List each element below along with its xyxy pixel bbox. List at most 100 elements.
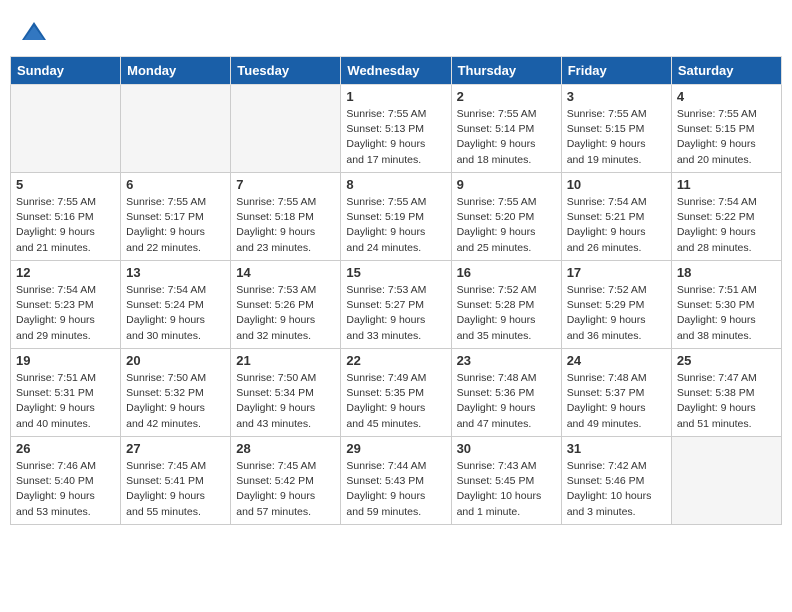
calendar-cell: 12 Sunrise: 7:54 AM Sunset: 5:23 PM Dayli… <box>11 261 121 349</box>
calendar-cell: 30Sunrise: 7:43 AM Sunset: 5:45 PM Dayli… <box>451 437 561 525</box>
day-number: 15 <box>346 265 445 280</box>
week-row: 1Sunrise: 7:55 AM Sunset: 5:13 PM Daylig… <box>11 85 782 173</box>
calendar-cell: 3 Sunrise: 7:55 AM Sunset: 5:15 PM Daylig… <box>561 85 671 173</box>
day-info: Sunrise: 7:55 AM Sunset: 5:14 PM Dayligh… <box>457 107 556 168</box>
day-number: 11 <box>677 177 776 192</box>
calendar-cell: 23 Sunrise: 7:48 AM Sunset: 5:36 PM Dayli… <box>451 349 561 437</box>
day-info: Sunrise: 7:44 AM Sunset: 5:43 PM Dayligh… <box>346 459 445 520</box>
day-of-week-header: Wednesday <box>341 57 451 85</box>
calendar-cell: 2 Sunrise: 7:55 AM Sunset: 5:14 PM Daylig… <box>451 85 561 173</box>
calendar-cell: 14 Sunrise: 7:53 AM Sunset: 5:26 PM Dayli… <box>231 261 341 349</box>
day-info: Sunrise: 7:54 AM Sunset: 5:24 PM Dayligh… <box>126 283 225 344</box>
day-number: 4 <box>677 89 776 104</box>
day-number: 21 <box>236 353 335 368</box>
calendar-cell: 4 Sunrise: 7:55 AM Sunset: 5:15 PM Daylig… <box>671 85 781 173</box>
calendar-cell: 6Sunrise: 7:55 AM Sunset: 5:17 PM Daylig… <box>121 173 231 261</box>
calendar-cell: 19 Sunrise: 7:51 AM Sunset: 5:31 PM Dayli… <box>11 349 121 437</box>
day-number: 13 <box>126 265 225 280</box>
day-info: Sunrise: 7:42 AM Sunset: 5:46 PM Dayligh… <box>567 459 666 520</box>
calendar-cell <box>231 85 341 173</box>
day-number: 22 <box>346 353 445 368</box>
day-number: 7 <box>236 177 335 192</box>
day-of-week-header: Friday <box>561 57 671 85</box>
day-number: 16 <box>457 265 556 280</box>
day-info: Sunrise: 7:53 AM Sunset: 5:26 PM Dayligh… <box>236 283 335 344</box>
calendar-cell: 9 Sunrise: 7:55 AM Sunset: 5:20 PM Daylig… <box>451 173 561 261</box>
day-info: Sunrise: 7:45 AM Sunset: 5:41 PM Dayligh… <box>126 459 225 520</box>
day-of-week-header: Monday <box>121 57 231 85</box>
calendar-cell <box>671 437 781 525</box>
calendar-cell <box>11 85 121 173</box>
day-info: Sunrise: 7:55 AM Sunset: 5:19 PM Dayligh… <box>346 195 445 256</box>
day-info: Sunrise: 7:54 AM Sunset: 5:22 PM Dayligh… <box>677 195 776 256</box>
day-of-week-header: Saturday <box>671 57 781 85</box>
day-info: Sunrise: 7:52 AM Sunset: 5:28 PM Dayligh… <box>457 283 556 344</box>
calendar-cell: 7Sunrise: 7:55 AM Sunset: 5:18 PM Daylig… <box>231 173 341 261</box>
day-number: 9 <box>457 177 556 192</box>
day-number: 31 <box>567 441 666 456</box>
day-number: 25 <box>677 353 776 368</box>
day-info: Sunrise: 7:51 AM Sunset: 5:31 PM Dayligh… <box>16 371 115 432</box>
day-number: 26 <box>16 441 115 456</box>
day-info: Sunrise: 7:53 AM Sunset: 5:27 PM Dayligh… <box>346 283 445 344</box>
day-info: Sunrise: 7:46 AM Sunset: 5:40 PM Dayligh… <box>16 459 115 520</box>
day-number: 14 <box>236 265 335 280</box>
day-number: 3 <box>567 89 666 104</box>
calendar-cell: 8Sunrise: 7:55 AM Sunset: 5:19 PM Daylig… <box>341 173 451 261</box>
days-of-week-row: SundayMondayTuesdayWednesdayThursdayFrid… <box>11 57 782 85</box>
day-number: 24 <box>567 353 666 368</box>
calendar-cell: 20Sunrise: 7:50 AM Sunset: 5:32 PM Dayli… <box>121 349 231 437</box>
calendar-cell <box>121 85 231 173</box>
calendar-body: 1Sunrise: 7:55 AM Sunset: 5:13 PM Daylig… <box>11 85 782 525</box>
day-info: Sunrise: 7:47 AM Sunset: 5:38 PM Dayligh… <box>677 371 776 432</box>
day-number: 30 <box>457 441 556 456</box>
day-info: Sunrise: 7:45 AM Sunset: 5:42 PM Dayligh… <box>236 459 335 520</box>
page-header <box>10 10 782 50</box>
day-info: Sunrise: 7:55 AM Sunset: 5:16 PM Dayligh… <box>16 195 115 256</box>
day-of-week-header: Thursday <box>451 57 561 85</box>
week-row: 19 Sunrise: 7:51 AM Sunset: 5:31 PM Dayli… <box>11 349 782 437</box>
day-number: 18 <box>677 265 776 280</box>
week-row: 12 Sunrise: 7:54 AM Sunset: 5:23 PM Dayli… <box>11 261 782 349</box>
calendar-cell: 10 Sunrise: 7:54 AM Sunset: 5:21 PM Dayli… <box>561 173 671 261</box>
day-info: Sunrise: 7:54 AM Sunset: 5:23 PM Dayligh… <box>16 283 115 344</box>
day-info: Sunrise: 7:50 AM Sunset: 5:34 PM Dayligh… <box>236 371 335 432</box>
day-number: 17 <box>567 265 666 280</box>
calendar-cell: 5 Sunrise: 7:55 AM Sunset: 5:16 PM Daylig… <box>11 173 121 261</box>
day-of-week-header: Tuesday <box>231 57 341 85</box>
week-row: 5 Sunrise: 7:55 AM Sunset: 5:16 PM Daylig… <box>11 173 782 261</box>
calendar-cell: 1Sunrise: 7:55 AM Sunset: 5:13 PM Daylig… <box>341 85 451 173</box>
day-info: Sunrise: 7:51 AM Sunset: 5:30 PM Dayligh… <box>677 283 776 344</box>
day-number: 19 <box>16 353 115 368</box>
day-number: 2 <box>457 89 556 104</box>
day-number: 5 <box>16 177 115 192</box>
calendar-cell: 17Sunrise: 7:52 AM Sunset: 5:29 PM Dayli… <box>561 261 671 349</box>
calendar-cell: 27 Sunrise: 7:45 AM Sunset: 5:41 PM Dayli… <box>121 437 231 525</box>
logo <box>20 18 52 46</box>
calendar-cell: 18 Sunrise: 7:51 AM Sunset: 5:30 PM Dayli… <box>671 261 781 349</box>
day-number: 28 <box>236 441 335 456</box>
calendar-cell: 24 Sunrise: 7:48 AM Sunset: 5:37 PM Dayli… <box>561 349 671 437</box>
calendar-cell: 31 Sunrise: 7:42 AM Sunset: 5:46 PM Dayli… <box>561 437 671 525</box>
calendar-cell: 28 Sunrise: 7:45 AM Sunset: 5:42 PM Dayli… <box>231 437 341 525</box>
day-info: Sunrise: 7:54 AM Sunset: 5:21 PM Dayligh… <box>567 195 666 256</box>
day-info: Sunrise: 7:49 AM Sunset: 5:35 PM Dayligh… <box>346 371 445 432</box>
day-number: 12 <box>16 265 115 280</box>
day-info: Sunrise: 7:48 AM Sunset: 5:37 PM Dayligh… <box>567 371 666 432</box>
calendar-cell: 21 Sunrise: 7:50 AM Sunset: 5:34 PM Dayli… <box>231 349 341 437</box>
day-info: Sunrise: 7:55 AM Sunset: 5:15 PM Dayligh… <box>677 107 776 168</box>
day-info: Sunrise: 7:55 AM Sunset: 5:20 PM Dayligh… <box>457 195 556 256</box>
day-info: Sunrise: 7:48 AM Sunset: 5:36 PM Dayligh… <box>457 371 556 432</box>
day-number: 27 <box>126 441 225 456</box>
day-info: Sunrise: 7:55 AM Sunset: 5:15 PM Dayligh… <box>567 107 666 168</box>
calendar-cell: 15 Sunrise: 7:53 AM Sunset: 5:27 PM Dayli… <box>341 261 451 349</box>
day-number: 10 <box>567 177 666 192</box>
calendar-cell: 22 Sunrise: 7:49 AM Sunset: 5:35 PM Dayli… <box>341 349 451 437</box>
day-number: 23 <box>457 353 556 368</box>
day-number: 20 <box>126 353 225 368</box>
calendar-cell: 11 Sunrise: 7:54 AM Sunset: 5:22 PM Dayli… <box>671 173 781 261</box>
calendar-cell: 25 Sunrise: 7:47 AM Sunset: 5:38 PM Dayli… <box>671 349 781 437</box>
day-info: Sunrise: 7:55 AM Sunset: 5:13 PM Dayligh… <box>346 107 445 168</box>
calendar-cell: 26 Sunrise: 7:46 AM Sunset: 5:40 PM Dayli… <box>11 437 121 525</box>
day-of-week-header: Sunday <box>11 57 121 85</box>
